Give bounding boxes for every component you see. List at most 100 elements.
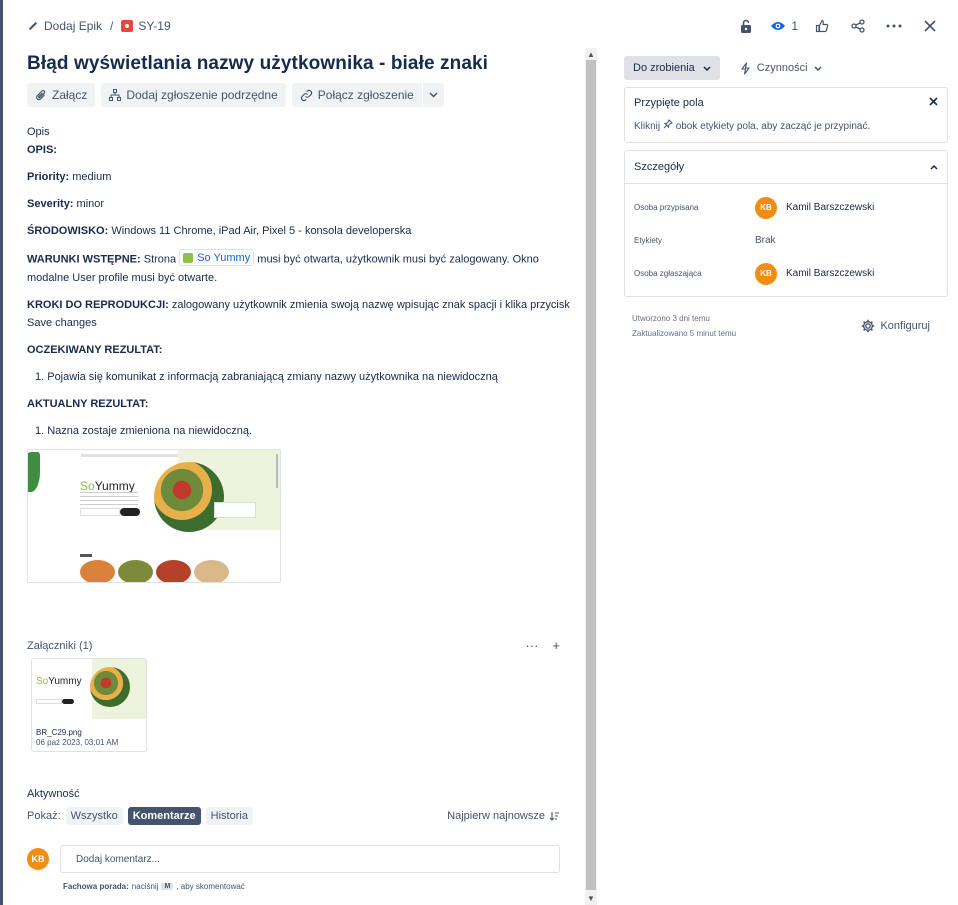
expected-heading: OCZEKIWANY REZULTAT: [27, 343, 163, 356]
close-icon[interactable] [929, 97, 938, 106]
actions-label: Czynności [756, 62, 808, 74]
preview-nav [81, 453, 191, 457]
reporter-value[interactable]: KB Kamil Barszczewski [755, 262, 874, 285]
details-header[interactable]: Szczegóły [625, 151, 947, 184]
attachment-thumb-logo: SoYummy [36, 676, 82, 687]
link-icon [300, 89, 312, 101]
share-icon [851, 19, 865, 33]
details-title: Szczegóły [634, 161, 685, 173]
pinned-fields-panel: Przypięte pola Kliknij obok etykiety pol… [624, 87, 948, 143]
pin-icon [663, 119, 673, 129]
gear-icon [862, 319, 875, 333]
steps-line: KROKI DO REPRODUKCJI: zalogowany użytkow… [27, 298, 570, 329]
filter-all[interactable]: Wszystko [65, 807, 123, 825]
attach-button[interactable]: Załącz [27, 83, 96, 107]
more-icon [886, 24, 902, 28]
labels-value[interactable]: Brak [755, 235, 776, 246]
issue-title[interactable]: Błąd wyświetlania nazwy użytkownika - bi… [27, 53, 572, 75]
scroll-up-icon[interactable]: ▲ [587, 50, 595, 59]
field-reporter: Osoba zgłaszająca KB Kamil Barszczewski [634, 257, 938, 290]
more-button[interactable] [882, 14, 906, 38]
shortcut-key: M [161, 883, 174, 890]
actions-dropdown[interactable]: Czynności [740, 61, 822, 75]
lock-button[interactable] [734, 14, 758, 38]
pencil-icon [29, 22, 37, 30]
breadcrumb-separator: / [110, 19, 114, 33]
sort-toggle[interactable]: Najpierw najnowsze [447, 810, 560, 822]
preview-dishes [80, 559, 229, 582]
link-issue-group: Połącz zgłoszenie [291, 83, 444, 107]
screenshot-preview[interactable]: SoYummy [27, 448, 281, 583]
field-labels: Etykiety Brak [634, 224, 938, 257]
activity-filters: Pokaż: Wszystko Komentarze Historia Najp… [27, 807, 560, 825]
link-issue-label: Połącz zgłoszenie [317, 88, 414, 102]
issue-dates: Utworzono 3 dni temu Zaktualizowano 5 mi… [632, 311, 736, 341]
chevron-down-icon [429, 92, 438, 98]
breadcrumb-epic[interactable]: Dodaj Epik [27, 19, 102, 33]
preview-card [214, 501, 256, 518]
pinned-title: Przypięte pola [634, 97, 704, 109]
issue-key: SY-19 [138, 19, 171, 33]
description[interactable]: Opis OPIS: Priority: medium Severity: mi… [27, 123, 572, 583]
issue-main: Błąd wyświetlania nazwy użytkownika - bi… [27, 48, 572, 891]
breadcrumb-issue[interactable]: SY-19 [121, 19, 171, 33]
scrollbar-thumb[interactable] [586, 60, 596, 890]
attach-label: Załącz [52, 88, 88, 102]
issue-sidebar: Do zrobienia Czynności Przypięte pola Kl… [624, 56, 948, 341]
add-child-label: Dodaj zgłoszenie podrzędne [126, 88, 278, 102]
attachment-card[interactable]: SoYummy BR_C29.png 06 paź 2023, 03:01 AM [31, 658, 147, 752]
comment-composer: KB Dodaj komentarz... [27, 845, 560, 873]
site-favicon-icon [183, 252, 194, 263]
watch-count: 1 [791, 19, 798, 33]
watch-button[interactable]: 1 [770, 19, 798, 33]
issue-meta: Utworzono 3 dni temu Zaktualizowano 5 mi… [624, 311, 948, 341]
status-row: Do zrobienia Czynności [624, 56, 948, 80]
preview-input [80, 507, 120, 516]
details-panel: Szczegóły Osoba przypisana KB Kamil Bars… [624, 150, 948, 297]
environment-line: ŚRODOWISKO: Windows 11 Chrome, iPad Air,… [27, 225, 412, 237]
scroll-down-icon[interactable]: ▼ [587, 894, 595, 903]
attachments-more-icon[interactable]: ··· [525, 638, 538, 653]
activity-title: Aktywność [27, 788, 80, 800]
preview-leaf [28, 451, 40, 492]
avatar: KB [27, 848, 49, 870]
attachments-title: Załączniki (1) [27, 639, 93, 652]
attachments-header: Załączniki (1) ··· + [27, 638, 560, 653]
preview-subtitle [80, 553, 92, 557]
comment-input[interactable]: Dodaj komentarz... [60, 845, 560, 873]
preview-button [120, 507, 140, 516]
assignee-value[interactable]: KB Kamil Barszczewski [755, 196, 874, 219]
expected-item: 1. Pojawia się komunikat z informacją za… [35, 370, 498, 383]
close-button[interactable] [918, 14, 942, 38]
scrollbar[interactable]: ▲ ▼ [585, 48, 597, 905]
attachments-add-icon[interactable]: + [552, 638, 560, 653]
like-button[interactable] [810, 14, 834, 38]
top-bar: Dodaj Epik / SY-19 1 [27, 14, 942, 38]
chevron-down-icon [703, 65, 711, 71]
activity-section: Aktywność Pokaż: Wszystko Komentarze His… [27, 788, 560, 891]
configure-button[interactable]: Konfiguruj [861, 311, 930, 341]
filter-comments[interactable]: Komentarze [127, 807, 201, 825]
avatar: KB [755, 196, 777, 219]
issue-toolbar: Załącz Dodaj zgłoszenie podrzędne Połącz… [27, 83, 572, 107]
attachments-tools: ··· + [525, 638, 560, 653]
share-button[interactable] [846, 14, 870, 38]
link-issue-dropdown[interactable] [422, 83, 444, 107]
status-dropdown[interactable]: Do zrobienia [624, 56, 720, 80]
link-issue-button[interactable]: Połącz zgłoszenie [291, 83, 422, 107]
field-assignee: Osoba przypisana KB Kamil Barszczewski [634, 191, 938, 224]
preview-scrollbar [276, 453, 278, 488]
field-label: Etykiety [634, 236, 663, 245]
thumbs-up-icon [815, 19, 829, 33]
breadcrumb-epic-label: Dodaj Epik [44, 19, 103, 33]
configure-label: Konfiguruj [880, 320, 930, 332]
field-label: Osoba przypisana [634, 203, 699, 212]
filter-history[interactable]: Historia [205, 807, 253, 825]
so-yummy-link[interactable]: So Yummy [179, 249, 255, 266]
child-issue-icon [109, 89, 122, 101]
pinned-hint: Kliknij obok etykiety pola, aby zacząć j… [634, 119, 871, 132]
add-child-button[interactable]: Dodaj zgłoszenie podrzędne [101, 83, 286, 107]
details-body: Osoba przypisana KB Kamil Barszczewski E… [625, 184, 947, 296]
sort-label: Najpierw najnowsze [447, 810, 545, 822]
avatar: KB [755, 262, 777, 285]
